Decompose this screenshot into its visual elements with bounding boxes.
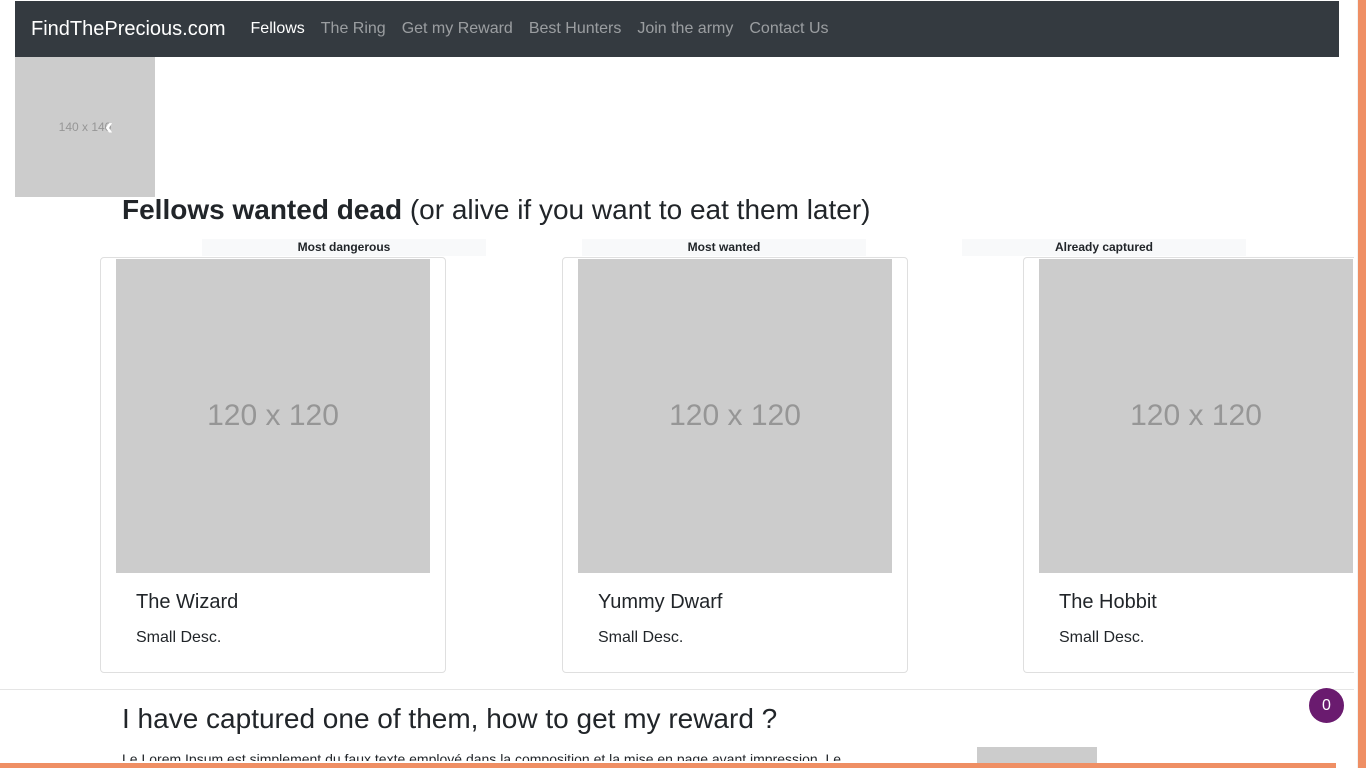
badge-already-captured: Already captured (962, 239, 1246, 256)
card-title: The Hobbit (1059, 591, 1157, 613)
card-description: Small Desc. (598, 629, 684, 646)
cart-count-badge[interactable]: 0 (1309, 688, 1344, 723)
nav-link-get-my-reward[interactable]: Get my Reward (394, 20, 521, 38)
badge-most-wanted: Most wanted (582, 239, 866, 256)
brand-link[interactable]: FindThePrecious.com (31, 18, 226, 41)
card-image: 120 x 120 (578, 259, 892, 573)
card-image-placeholder: 120 x 120 (669, 399, 801, 432)
nav-link-best-hunters[interactable]: Best Hunters (521, 20, 629, 38)
card-image: 120 x 120 (1039, 259, 1353, 573)
chevron-left-icon[interactable]: ‹ (105, 111, 113, 143)
section-divider (0, 689, 1354, 690)
reward-heading: I have captured one of them, how to get … (122, 703, 778, 734)
card-image-placeholder: 120 x 120 (207, 399, 339, 432)
carousel-placeholder-text: 140 x 140 (58, 120, 112, 134)
reward-paragraph: Le Lorem Ipsum est simplement du faux te… (122, 751, 842, 761)
carousel: 140 x 140 ‹ (15, 57, 155, 197)
reward-image-placeholder (977, 747, 1097, 763)
badge-most-dangerous: Most dangerous (202, 239, 486, 256)
page-title: Fellows wanted dead (or alive if you wan… (122, 194, 871, 226)
card-image: 120 x 120 (116, 259, 430, 573)
nav-link-join-the-army[interactable]: Join the army (629, 20, 741, 38)
nav-link-contact-us[interactable]: Contact Us (741, 20, 836, 38)
nav-link-fellows[interactable]: Fellows (243, 20, 313, 38)
fellow-card-hobbit[interactable]: 120 x 120 The Hobbit Small Desc. (1023, 257, 1354, 673)
navbar: FindThePrecious.com Fellows The Ring Get… (15, 1, 1339, 57)
bottom-accent-bar (0, 763, 1336, 768)
page-title-rest: (or alive if you want to eat them later) (402, 194, 871, 225)
page-title-strong: Fellows wanted dead (122, 194, 403, 225)
scrollbar-thumb[interactable] (1358, 0, 1366, 768)
card-description: Small Desc. (136, 629, 222, 646)
card-title: Yummy Dwarf (598, 591, 723, 613)
card-image-placeholder: 120 x 120 (1130, 399, 1262, 432)
nav-link-the-ring[interactable]: The Ring (313, 20, 394, 38)
fellow-card-wizard[interactable]: 120 x 120 The Wizard Small Desc. (100, 257, 446, 673)
card-title: The Wizard (136, 591, 239, 613)
card-description: Small Desc. (1059, 629, 1145, 646)
fellow-card-dwarf[interactable]: 120 x 120 Yummy Dwarf Small Desc. (562, 257, 908, 673)
